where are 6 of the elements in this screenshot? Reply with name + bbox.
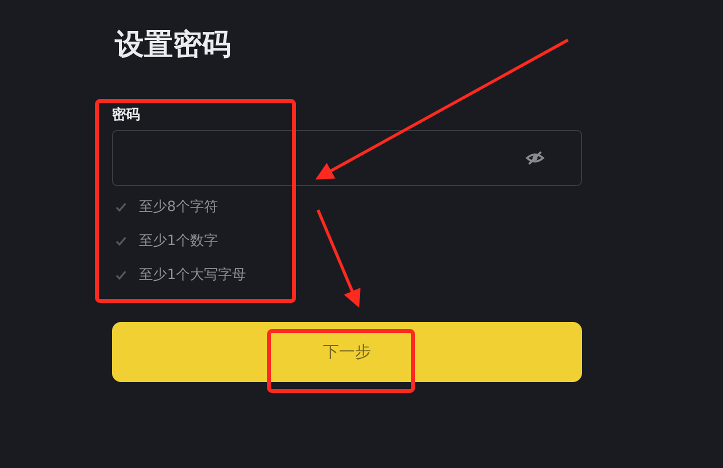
- page-title: 设置密码: [115, 26, 232, 63]
- field-label: 密码: [112, 106, 141, 124]
- rule-text: 至少1个数字: [139, 232, 218, 250]
- password-field[interactable]: [112, 130, 582, 186]
- rule-text: 至少8个字符: [139, 198, 218, 216]
- rule-text: 至少1个大写字母: [139, 266, 246, 284]
